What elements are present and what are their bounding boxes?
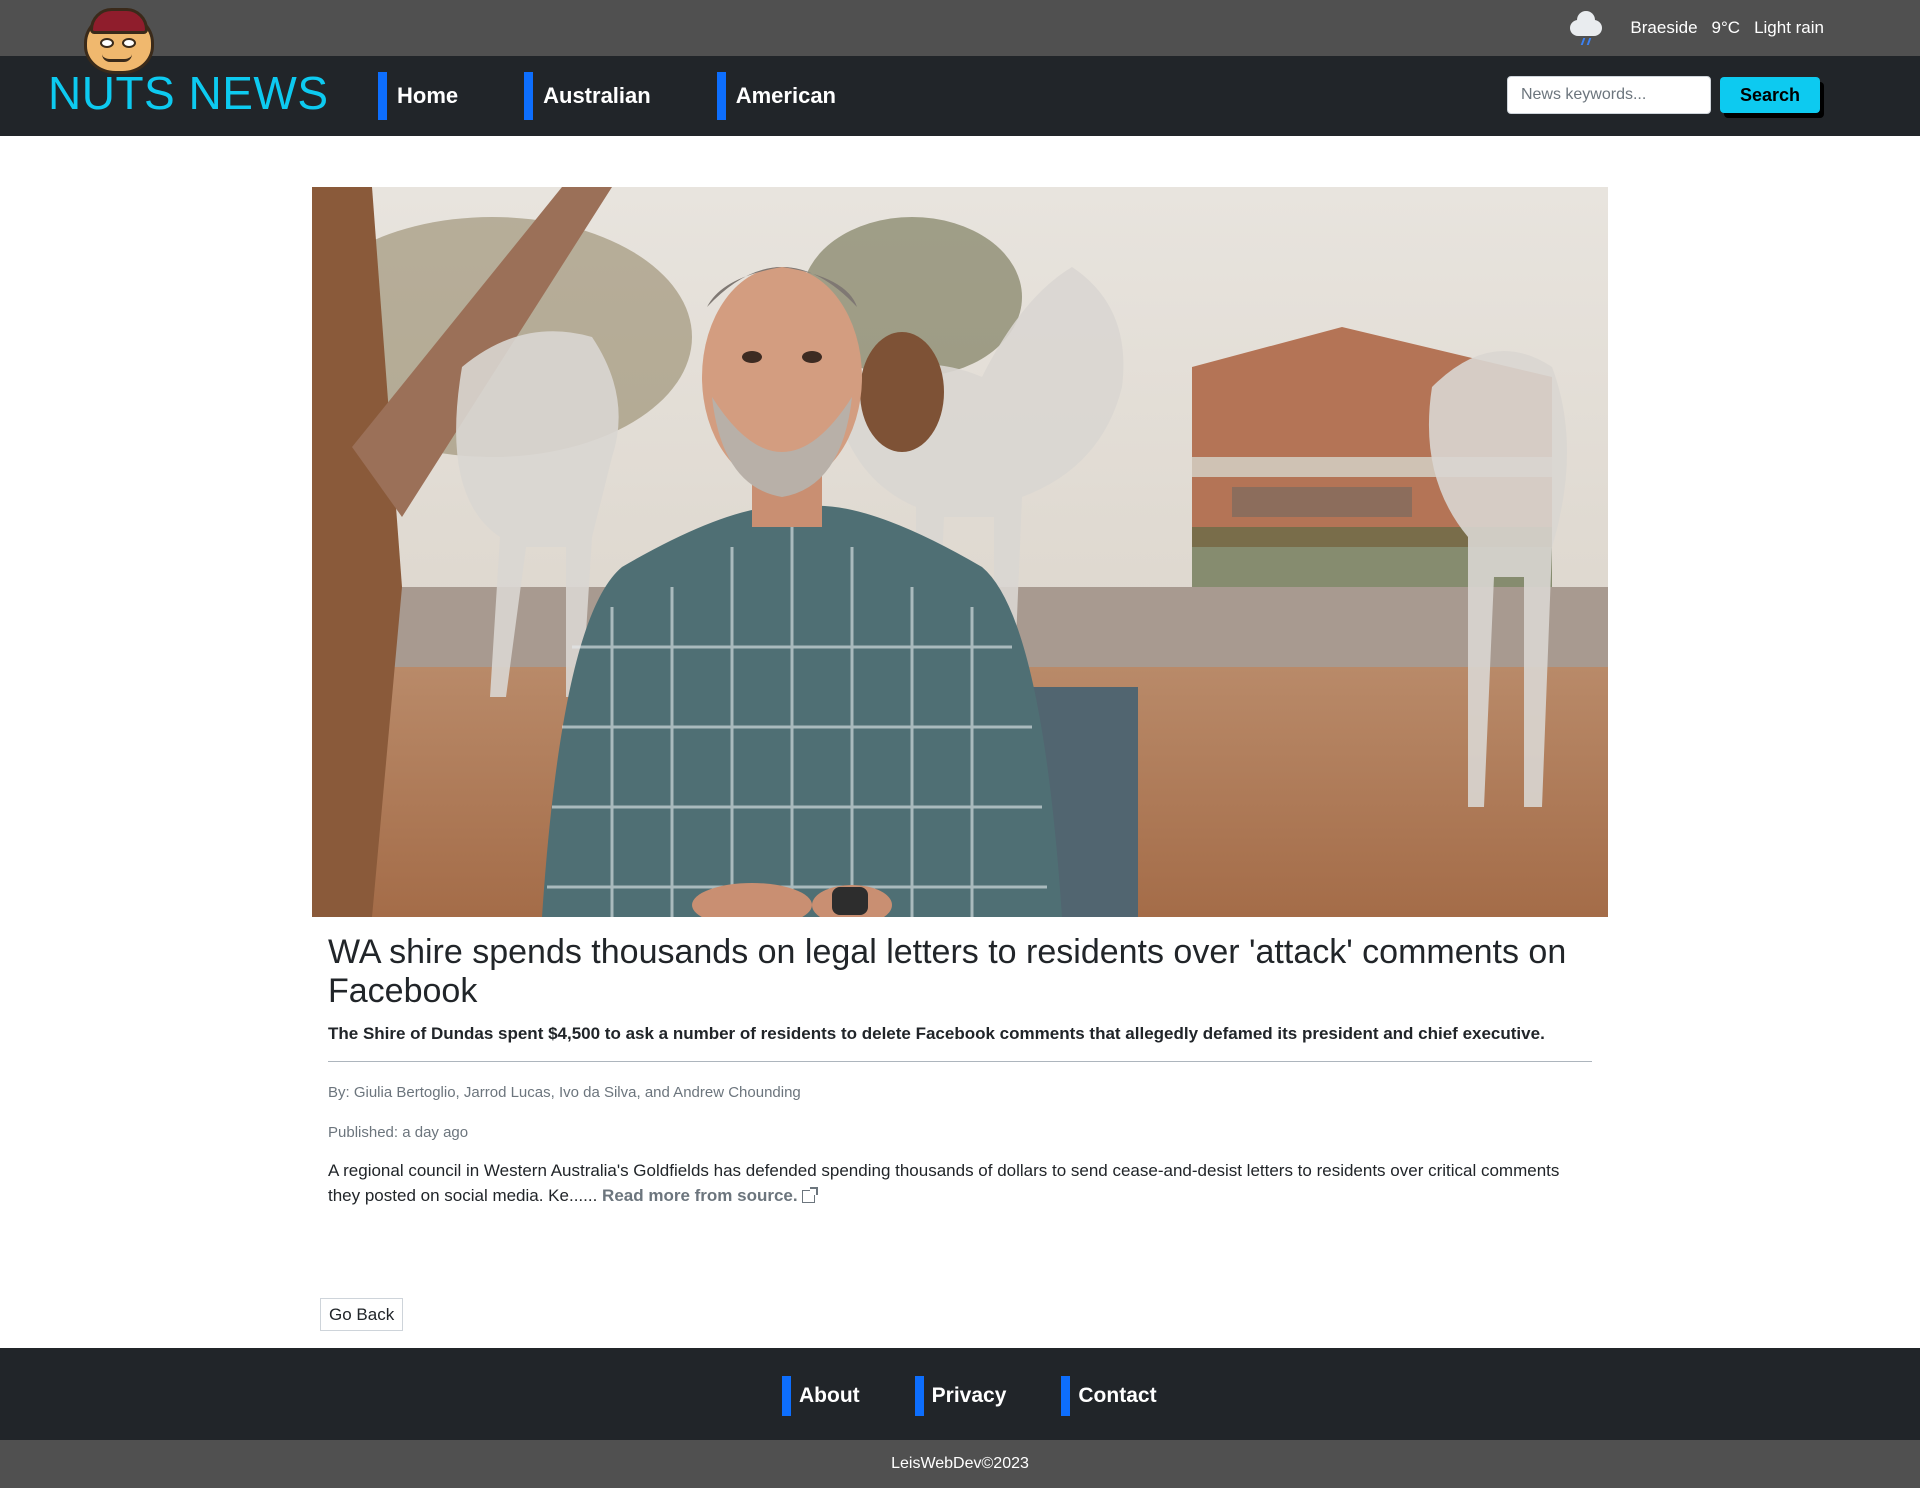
- article-title: WA shire spends thousands on legal lette…: [328, 933, 1567, 1011]
- copyright-text: LeisWebDev©2023: [891, 1455, 1029, 1472]
- go-back-button[interactable]: Go Back: [320, 1298, 404, 1331]
- external-link-icon: [801, 1186, 818, 1203]
- weather-bar: Braeside 9°C Light rain: [0, 0, 1920, 56]
- article-summary: The Shire of Dundas spent $4,500 to ask …: [328, 1024, 1545, 1044]
- article-body: WA shire spends thousands on legal lette…: [312, 933, 1608, 1208]
- nav-link-australian[interactable]: Australian: [524, 72, 651, 120]
- footer-link-contact[interactable]: Contact: [1061, 1376, 1157, 1416]
- main-navbar: NUTS NEWS Home Australian American Searc…: [0, 56, 1920, 136]
- nav-links: Home Australian American: [378, 72, 890, 120]
- search-button[interactable]: Search: [1719, 77, 1820, 113]
- article-content-text: A regional council in Western Australia'…: [328, 1161, 1560, 1205]
- divider: [328, 1061, 1592, 1063]
- article: WA shire spends thousands on legal lette…: [312, 187, 1608, 1208]
- article-authors: By: Giulia Bertoglio, Jarrod Lucas, Ivo …: [328, 1084, 801, 1102]
- footer: About Privacy Contact: [0, 1348, 1920, 1440]
- weather-temperature: 9°C: [1711, 18, 1741, 37]
- footer-link-privacy[interactable]: Privacy: [914, 1376, 1006, 1416]
- search-input[interactable]: [1506, 76, 1711, 114]
- weather-condition: Light rain: [1754, 18, 1824, 37]
- article-published: Published: a day ago: [328, 1124, 469, 1142]
- weather-location: Braeside: [1630, 18, 1698, 37]
- footer-links: About Privacy Contact: [782, 1376, 1212, 1416]
- article-image: [312, 187, 1608, 917]
- nav-link-american[interactable]: American: [716, 72, 836, 120]
- nav-link-home[interactable]: Home: [378, 72, 458, 120]
- read-more-link[interactable]: Read more from source.: [602, 1186, 798, 1205]
- nut-mascot-logo[interactable]: [80, 2, 160, 76]
- search-form: Search: [1506, 76, 1820, 114]
- copyright-bar: LeisWebDev©2023: [0, 1440, 1920, 1488]
- article-content: A regional council in Western Australia'…: [328, 1159, 1592, 1208]
- footer-link-about[interactable]: About: [782, 1376, 860, 1416]
- rain-cloud-icon: [1566, 8, 1606, 48]
- weather-widget: Braeside 9°C Light rain: [1566, 0, 1824, 56]
